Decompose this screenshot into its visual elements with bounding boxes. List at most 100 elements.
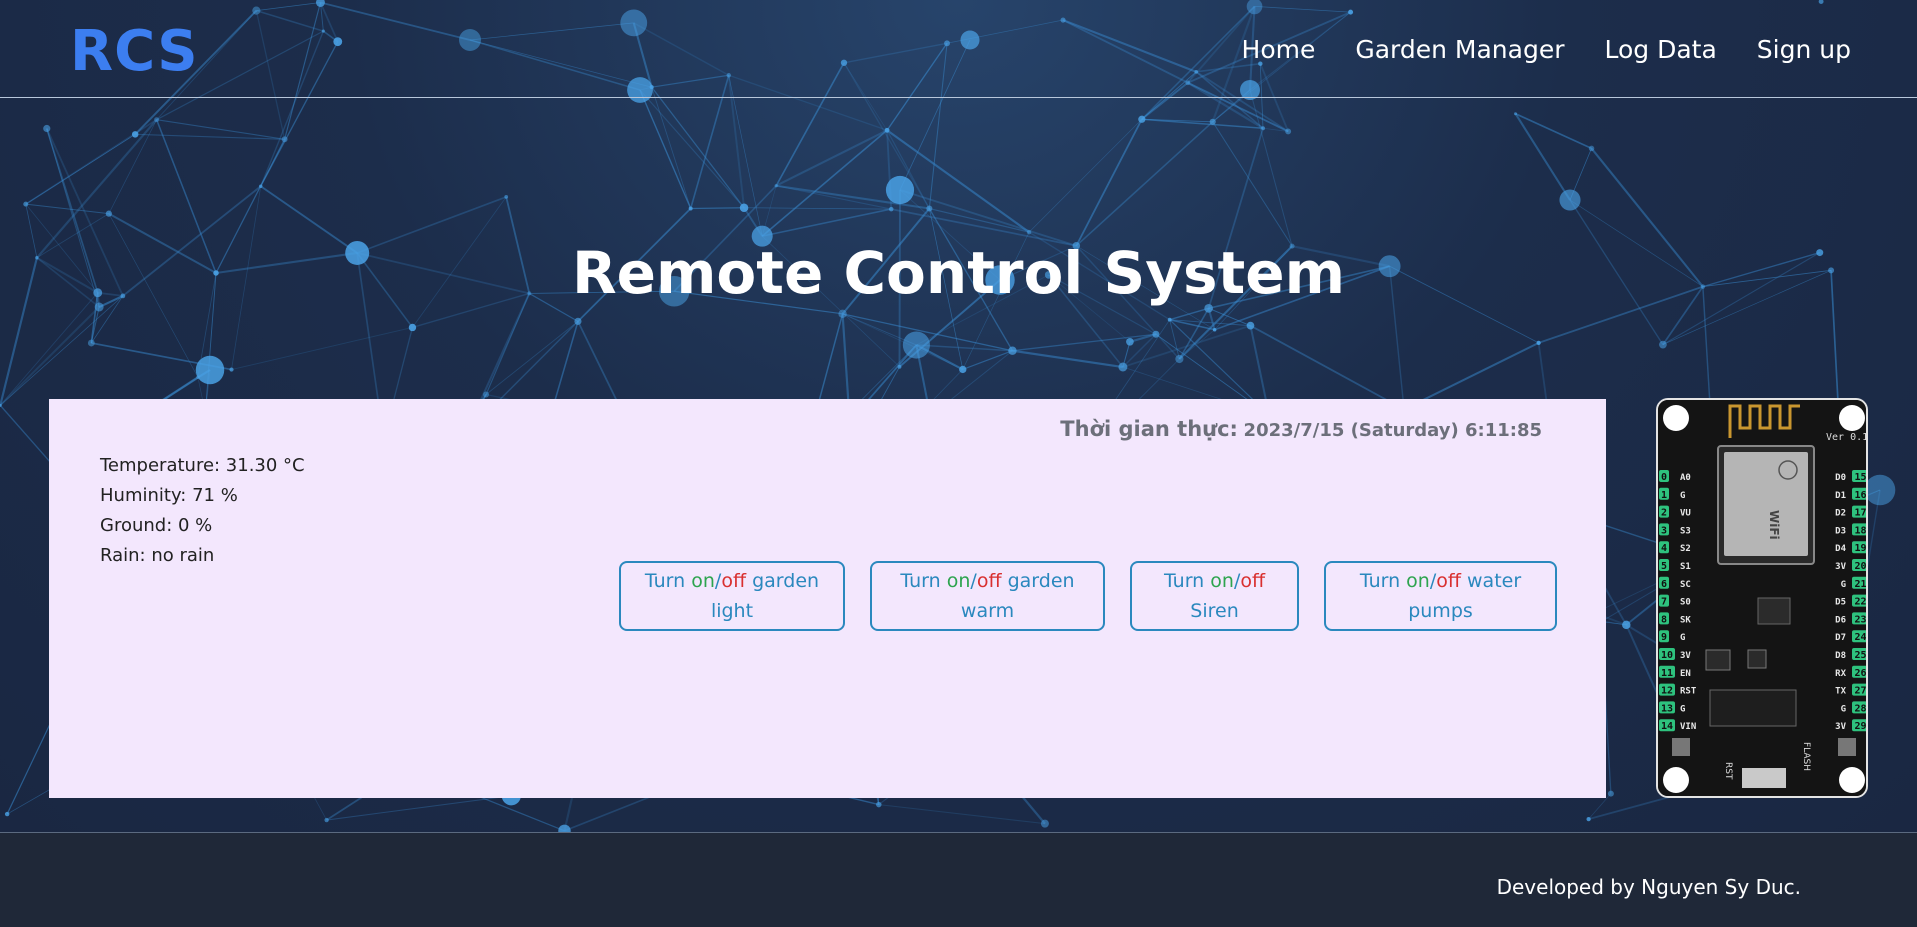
ground-reading: Ground: 0 % <box>100 511 305 541</box>
pin-label: A0 <box>1680 473 1691 483</box>
pin-label: VIN <box>1680 722 1696 732</box>
realtime-clock: Thời gian thực: 2023/7/15 (Saturday) 6:1… <box>1060 417 1542 441</box>
pin-number: 7 <box>1661 597 1667 608</box>
toggle-garden-light-button[interactable]: Turn on/off garden light <box>619 561 845 631</box>
rain-reading: Rain: no rain <box>100 541 305 571</box>
toggle-garden-warm-button[interactable]: Turn on/off garden warm <box>870 561 1105 631</box>
flash-label: FLASH <box>1801 742 1811 771</box>
pin-label: D5 <box>1835 598 1846 608</box>
button-prefix: Turn <box>1360 570 1406 592</box>
pin-number: 28 <box>1854 703 1866 714</box>
off-label: off <box>977 570 1002 592</box>
pin-number: 22 <box>1854 597 1866 608</box>
pin-number: 17 <box>1854 508 1866 519</box>
pin-label: S2 <box>1680 544 1691 554</box>
pin-number: 20 <box>1854 561 1866 572</box>
button-prefix: Turn <box>645 570 691 592</box>
pin-number: 4 <box>1661 543 1667 554</box>
pin-label: D4 <box>1835 544 1846 554</box>
pin-number: 23 <box>1854 614 1866 625</box>
pin-number: 11 <box>1661 668 1673 679</box>
pin-label: D0 <box>1835 473 1846 483</box>
pin-label: G <box>1680 704 1685 714</box>
pin-label: TX <box>1835 687 1846 697</box>
pin-label: RX <box>1835 669 1846 679</box>
pin-number: 26 <box>1854 668 1866 679</box>
pin-label: VU <box>1680 509 1691 519</box>
humidity-reading: Huminity: 71 % <box>100 481 305 511</box>
button-suffix: Siren <box>1190 600 1238 622</box>
on-label: on <box>691 570 715 592</box>
button-prefix: Turn <box>900 570 946 592</box>
control-panel: Thời gian thực: 2023/7/15 (Saturday) 6:1… <box>49 399 1606 798</box>
pin-number: 13 <box>1661 703 1673 714</box>
pin-label: G <box>1841 580 1846 590</box>
off-label: off <box>721 570 746 592</box>
on-label: on <box>1210 570 1234 592</box>
toggle-water-pumps-button[interactable]: Turn on/off water pumps <box>1324 561 1557 631</box>
pin-label: D8 <box>1835 651 1846 661</box>
clock-value: 2023/7/15 (Saturday) 6:11:85 <box>1244 420 1542 441</box>
off-label: off <box>1436 570 1461 592</box>
rst-label: RST <box>1723 762 1733 780</box>
top-navbar: RCS Home Garden Manager Log Data Sign up <box>0 0 1917 98</box>
pin-number: 0 <box>1661 472 1667 483</box>
clock-label: Thời gian thực: <box>1060 417 1238 441</box>
on-label: on <box>947 570 971 592</box>
pin-number: 2 <box>1661 508 1667 519</box>
nav-log-data[interactable]: Log Data <box>1605 30 1717 70</box>
footer: Developed by Nguyen Sy Duc. <box>0 832 1917 927</box>
nodemcu-board-image: WiFi RST FLASH Ver 0.1 0 A0 D0 15 1 G D1 16 2 VU D… <box>1656 398 1868 798</box>
nodemcu-board-graphic: WiFi RST FLASH Ver 0.1 0 A0 D0 15 1 G D1 16 2 VU D… <box>1658 400 1868 798</box>
pin-number: 21 <box>1854 579 1866 590</box>
pin-number: 6 <box>1661 579 1667 590</box>
pin-number: 18 <box>1854 525 1866 536</box>
pin-number: 27 <box>1854 686 1866 697</box>
pin-number: 24 <box>1854 632 1866 643</box>
pin-label: D7 <box>1835 633 1846 643</box>
pin-label: D1 <box>1835 491 1846 501</box>
pin-label: G <box>1680 491 1685 501</box>
on-label: on <box>1406 570 1430 592</box>
wifi-label: WiFi <box>1767 510 1781 540</box>
nav-menu: Home Garden Manager Log Data Sign up <box>1242 30 1851 70</box>
pin-number: 3 <box>1661 525 1667 536</box>
off-label: off <box>1240 570 1265 592</box>
pin-number: 15 <box>1854 472 1866 483</box>
pin-label: RST <box>1680 687 1697 697</box>
pin-number: 14 <box>1661 721 1673 732</box>
temperature-reading: Temperature: 31.30 °C <box>100 451 305 481</box>
pin-label: G <box>1680 633 1685 643</box>
brand-logo[interactable]: RCS <box>70 18 199 86</box>
pin-label: S3 <box>1680 526 1691 536</box>
page-title: Remote Control System <box>0 233 1917 313</box>
pin-label: D3 <box>1835 526 1846 536</box>
pin-label: 3V <box>1680 651 1691 661</box>
footer-credit: Developed by Nguyen Sy Duc. <box>1497 875 1801 899</box>
version-label: Ver 0.1 <box>1826 432 1868 443</box>
nav-garden-manager[interactable]: Garden Manager <box>1355 30 1564 70</box>
pin-label: EN <box>1680 669 1691 679</box>
pin-number: 8 <box>1661 614 1667 625</box>
pin-number: 5 <box>1661 561 1667 572</box>
pin-number: 16 <box>1854 490 1866 501</box>
pin-label: 3V <box>1835 722 1846 732</box>
pin-label: SK <box>1680 615 1691 625</box>
pin-number: 12 <box>1661 686 1673 697</box>
pin-label: G <box>1841 704 1846 714</box>
button-prefix: Turn <box>1164 570 1210 592</box>
pin-number: 10 <box>1661 650 1673 661</box>
nav-sign-up[interactable]: Sign up <box>1757 30 1851 70</box>
pin-label: S1 <box>1680 562 1691 572</box>
pin-label: D6 <box>1835 615 1846 625</box>
pin-number: 9 <box>1661 632 1667 643</box>
pin-label: 3V <box>1835 562 1846 572</box>
pin-number: 1 <box>1661 490 1667 501</box>
pin-number: 19 <box>1854 543 1866 554</box>
pin-label: SC <box>1680 580 1691 590</box>
nav-home[interactable]: Home <box>1242 30 1316 70</box>
pin-label: S0 <box>1680 598 1691 608</box>
pin-number: 29 <box>1854 721 1866 732</box>
pin-number: 25 <box>1854 650 1866 661</box>
toggle-siren-button[interactable]: Turn on/off Siren <box>1130 561 1299 631</box>
